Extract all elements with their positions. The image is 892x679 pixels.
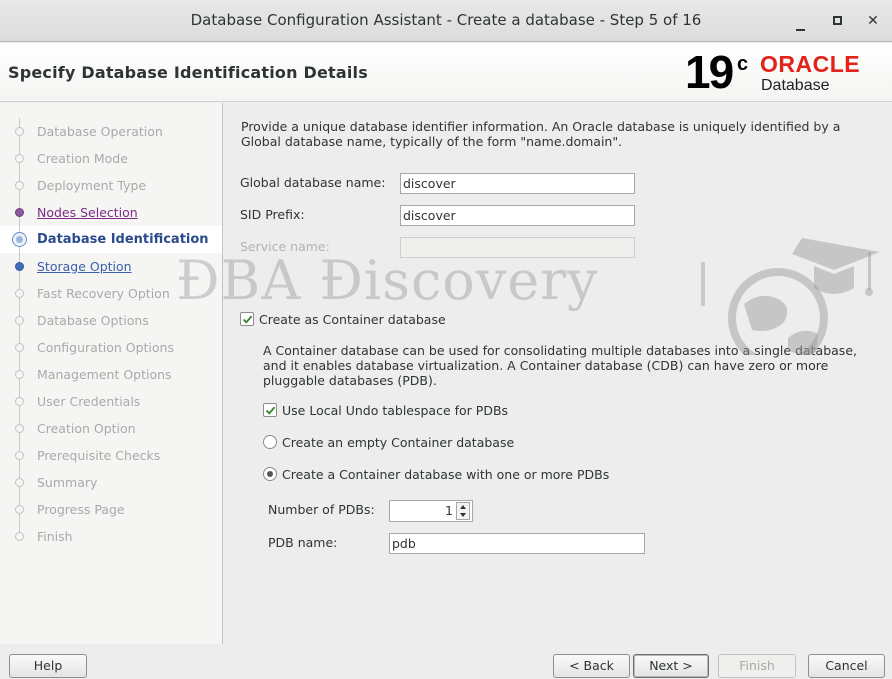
graduation-cap-logo-icon — [728, 238, 880, 355]
intro-text: Provide a unique database identifier inf… — [241, 119, 841, 149]
step-dot-icon — [15, 181, 24, 190]
sidebar-item-deployment-type: Deployment Type — [0, 172, 222, 199]
sidebar-item-user-credentials: User Credentials — [0, 388, 222, 415]
help-button[interactable]: Help — [9, 654, 87, 678]
sidebar-item-label: Configuration Options — [37, 340, 174, 355]
step-dot-icon — [15, 208, 24, 217]
step-dot-icon — [15, 451, 24, 460]
local-undo-label[interactable]: Use Local Undo tablespace for PDBs — [282, 403, 508, 418]
empty-cdb-label[interactable]: Create an empty Container database — [282, 435, 514, 450]
sidebar-item-label[interactable]: Storage Option — [37, 259, 132, 274]
sidebar-item-finish: Finish — [0, 523, 222, 550]
sidebar-item-label: Summary — [37, 475, 98, 490]
container-db-checkbox[interactable] — [240, 312, 254, 326]
sidebar-item-label: Fast Recovery Option — [37, 286, 170, 301]
next-button-label: Next > — [649, 658, 693, 673]
step-dot-icon — [15, 262, 24, 271]
sidebar-item-label: Deployment Type — [37, 178, 147, 193]
step-dot-icon — [15, 127, 24, 136]
sidebar-item-configuration-options: Configuration Options — [0, 334, 222, 361]
global-db-name-label: Global database name: — [240, 175, 386, 190]
watermark-text: ÐBA Ðiscovery — [176, 249, 599, 312]
steps-sidebar: Database Operation Creation Mode Deploym… — [0, 103, 223, 644]
sidebar-item-label: Database Identification — [37, 232, 209, 247]
sidebar-item-label: Creation Option — [37, 421, 136, 436]
logo-version-suffix: c — [737, 53, 749, 75]
stepper-arrows-icon[interactable] — [456, 502, 470, 520]
global-db-name-input[interactable]: discover — [400, 173, 635, 194]
window-title: Database Configuration Assistant - Creat… — [190, 11, 702, 29]
sidebar-item-label: Progress Page — [37, 502, 125, 517]
window-titlebar: Database Configuration Assistant - Creat… — [0, 0, 892, 42]
sidebar-item-summary: Summary — [0, 469, 222, 496]
sidebar-item-label: Database Operation — [37, 124, 163, 139]
minimize-icon[interactable] — [789, 10, 811, 32]
sidebar-item-management-options: Management Options — [0, 361, 222, 388]
back-button[interactable]: < Back — [553, 654, 630, 678]
sidebar-item-progress-page: Progress Page — [0, 496, 222, 523]
cdb-with-pdbs-label[interactable]: Create a Container database with one or … — [282, 467, 609, 482]
sidebar-item-label: User Credentials — [37, 394, 141, 409]
step-dot-icon — [15, 478, 24, 487]
back-button-label: < Back — [569, 658, 614, 673]
checkmark-icon — [242, 315, 253, 324]
help-button-label: Help — [33, 658, 63, 673]
sidebar-item-label: Management Options — [37, 367, 172, 382]
next-button[interactable]: Next > — [633, 654, 709, 678]
pdb-name-input[interactable]: pdb — [389, 533, 645, 554]
sidebar-item-label: Finish — [37, 529, 73, 544]
sidebar-item-prerequisite-checks: Prerequisite Checks — [0, 442, 222, 469]
sidebar-item-database-operation: Database Operation — [0, 118, 222, 145]
stepper-up-icon[interactable] — [460, 505, 466, 509]
sid-prefix-input[interactable]: discover — [400, 205, 635, 226]
num-pdbs-label: Number of PDBs: — [268, 502, 375, 517]
current-step-icon — [12, 232, 27, 247]
step-dot-icon — [15, 370, 24, 379]
num-pdbs-value[interactable]: 1 — [445, 503, 453, 518]
logo-product: Database — [761, 77, 830, 94]
checkmark-icon — [265, 406, 276, 415]
sidebar-item-label[interactable]: Nodes Selection — [37, 205, 138, 220]
button-bar: Help < Back Next > Finish Cancel — [0, 644, 892, 679]
num-pdbs-stepper[interactable]: 1 — [389, 500, 473, 522]
page-title: Specify Database Identification Details — [8, 63, 368, 82]
step-dot-icon — [15, 343, 24, 352]
cancel-button[interactable]: Cancel — [808, 654, 885, 678]
sidebar-item-creation-mode: Creation Mode — [0, 145, 222, 172]
watermark-divider — [701, 262, 705, 306]
local-undo-checkbox[interactable] — [263, 403, 277, 417]
step-dot-icon — [15, 424, 24, 433]
finish-button: Finish — [718, 654, 796, 678]
pdb-name-label: PDB name: — [268, 535, 338, 550]
logo-version: 19 — [685, 46, 734, 98]
step-dot-icon — [15, 289, 24, 298]
empty-cdb-radio[interactable] — [263, 435, 277, 449]
logo-brand: ORACLE — [760, 51, 861, 77]
sidebar-item-nodes-selection[interactable]: Nodes Selection — [0, 199, 222, 226]
step-dot-icon — [15, 505, 24, 514]
sidebar-item-label: Creation Mode — [37, 151, 128, 166]
step-dot-icon — [15, 154, 24, 163]
sidebar-item-label: Database Options — [37, 313, 149, 328]
close-icon[interactable]: ✕ — [862, 10, 884, 32]
sidebar-item-label: Prerequisite Checks — [37, 448, 161, 463]
cdb-with-pdbs-radio[interactable] — [263, 467, 277, 481]
maximize-icon[interactable] — [826, 10, 848, 32]
sidebar-item-creation-option: Creation Option — [0, 415, 222, 442]
container-db-label[interactable]: Create as Container database — [259, 312, 446, 327]
main-content: Provide a unique database identifier inf… — [224, 103, 892, 644]
step-dot-icon — [15, 532, 24, 541]
step-dot-icon — [15, 316, 24, 325]
stepper-down-icon[interactable] — [460, 513, 466, 517]
page-header: Specify Database Identification Details … — [0, 43, 892, 102]
sid-prefix-label: SID Prefix: — [240, 207, 305, 222]
finish-button-label: Finish — [739, 658, 775, 673]
step-dot-icon — [15, 397, 24, 406]
cancel-button-label: Cancel — [825, 658, 868, 673]
